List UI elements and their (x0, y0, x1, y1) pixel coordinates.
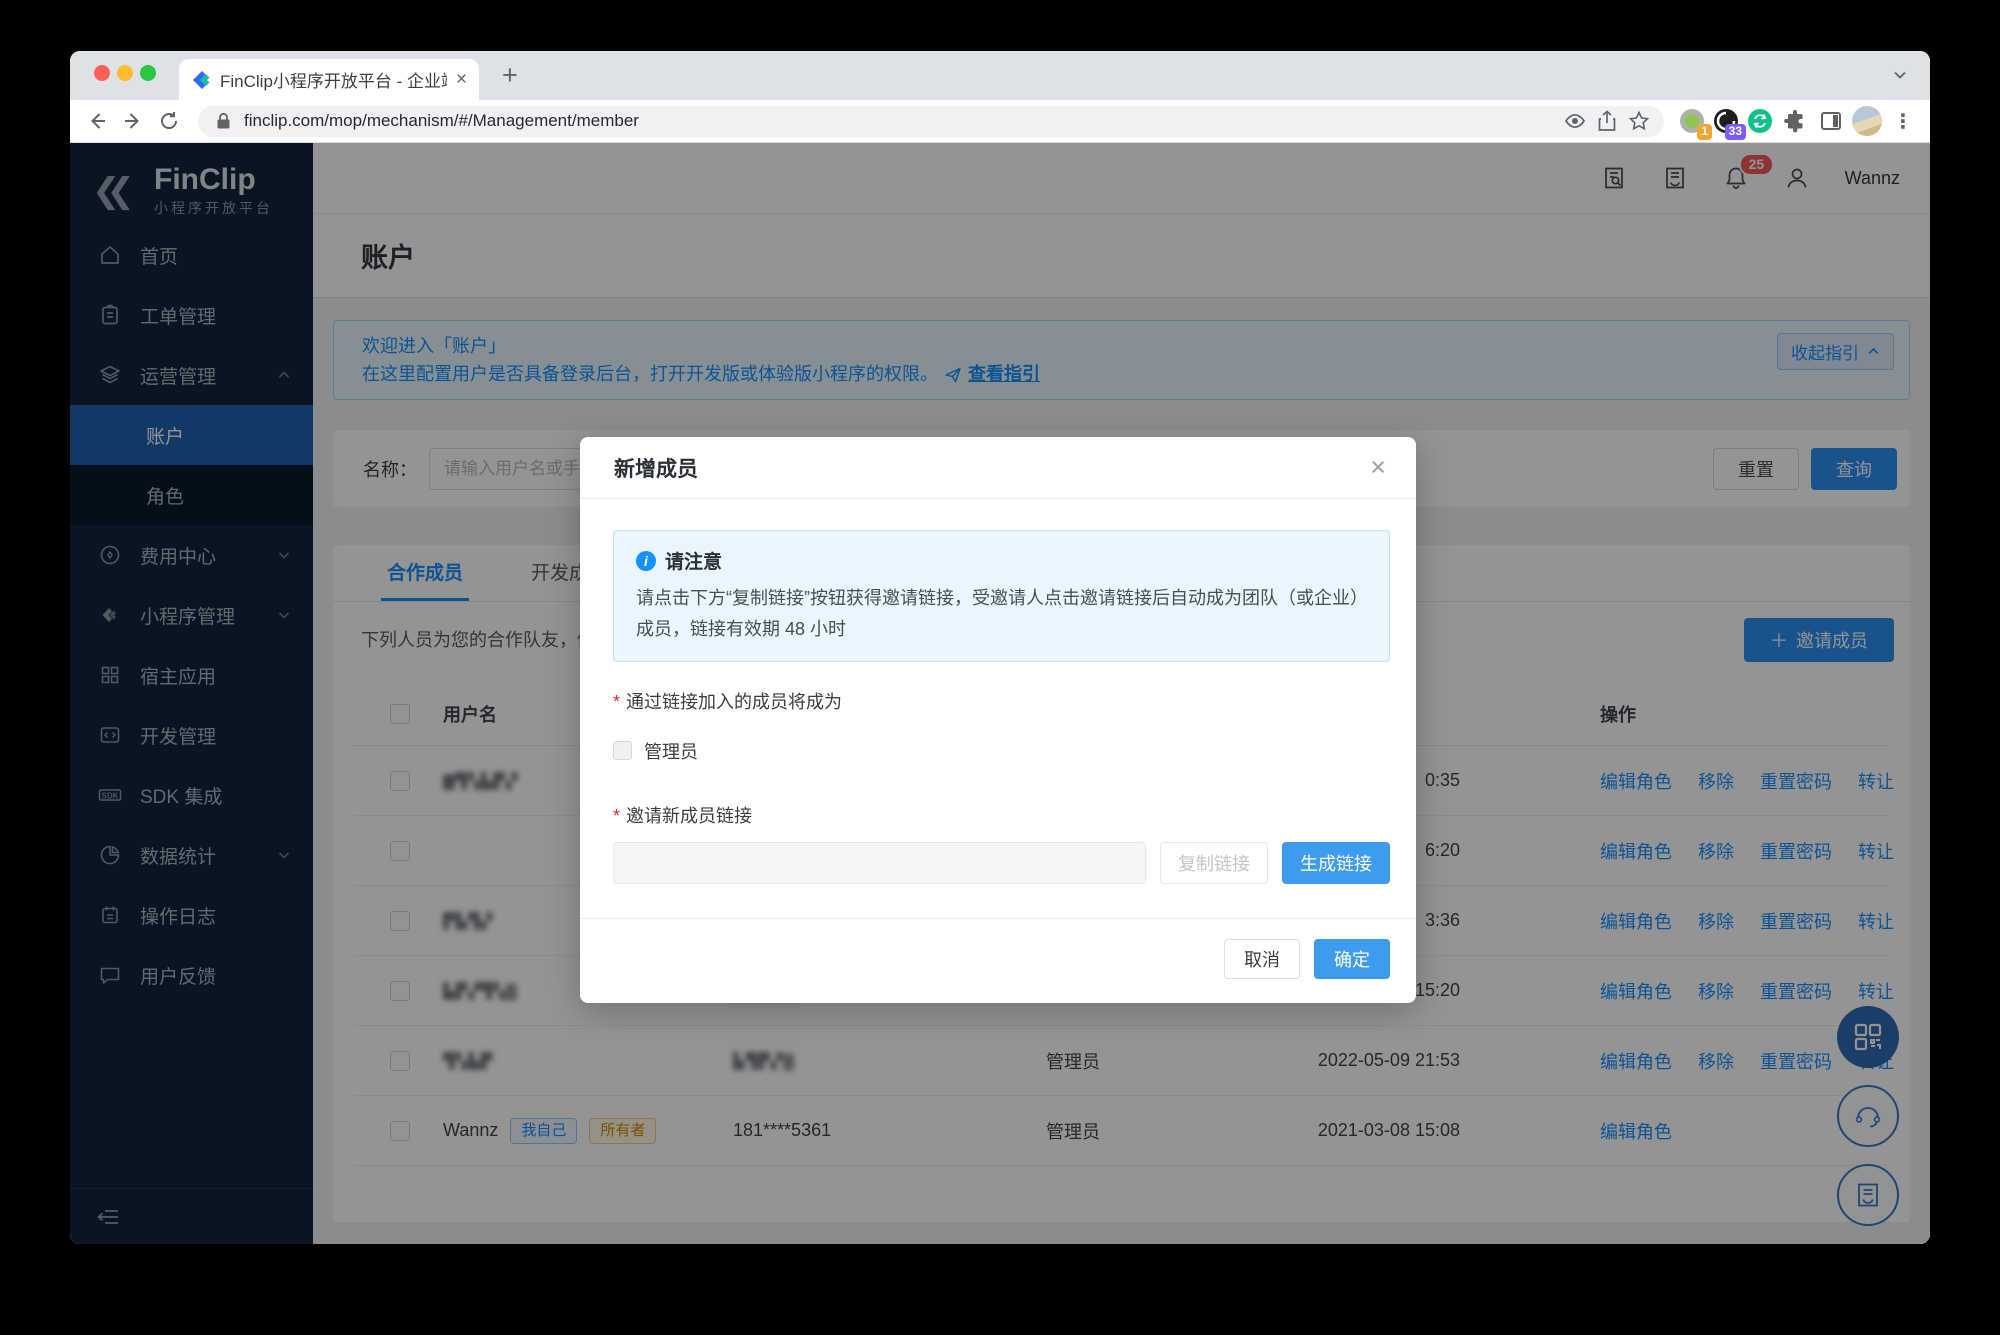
address-bar[interactable]: finclip.com/mop/mechanism/#/Management/m… (198, 106, 1664, 137)
preview-eye-icon[interactable] (1564, 110, 1586, 132)
add-member-modal: 新增成员 × i 请注意 请点击下方“复制链接”按钮获得邀请链接，受邀请人点击邀… (580, 437, 1416, 1003)
close-icon[interactable]: × (1370, 454, 1386, 481)
browser-tab[interactable]: FinClip小程序开放平台 - 企业端 × (179, 59, 479, 100)
extension-icon-2[interactable]: 33 (1712, 107, 1740, 135)
finclip-app: ❮❮ FinClip 小程序开放平台 首页 工单管理 运营管理 账户 (70, 143, 1930, 1244)
browser-window: FinClip小程序开放平台 - 企业端 × + finclip.com/mop… (70, 51, 1930, 1244)
extension-badge-2: 33 (1725, 124, 1746, 140)
bookmark-star-icon[interactable] (1628, 110, 1650, 132)
required-asterisk: * (613, 806, 620, 826)
finclip-favicon (191, 70, 211, 90)
admin-checkbox-label: 管理员 (644, 738, 698, 764)
required-asterisk: * (613, 692, 620, 712)
refresh-icon[interactable] (154, 106, 184, 136)
modal-title: 新增成员 (614, 453, 698, 483)
invite-link-input[interactable] (613, 842, 1146, 884)
browser-toolbar: finclip.com/mop/mechanism/#/Management/m… (70, 100, 1930, 143)
tab-search-chevron-icon[interactable] (1892, 67, 1908, 83)
side-panel-icon[interactable] (1816, 106, 1846, 136)
browser-menu-kebab-icon[interactable]: ⋮ (1888, 106, 1918, 136)
tab-close-icon[interactable]: × (456, 70, 467, 89)
invite-link-label: *邀请新成员链接 (613, 802, 1390, 828)
lock-icon (212, 110, 234, 132)
browser-profile-avatar[interactable] (1852, 106, 1882, 136)
tab-strip: FinClip小程序开放平台 - 企业端 × + (70, 51, 1930, 100)
extension-icon-3[interactable] (1746, 107, 1774, 135)
screen: FinClip小程序开放平台 - 企业端 × + finclip.com/mop… (0, 0, 2000, 1335)
extension-icon-1[interactable]: 1 (1678, 107, 1706, 135)
member-role-label: *通过链接加入的成员将成为 (613, 688, 1390, 714)
copy-link-button[interactable]: 复制链接 (1160, 842, 1268, 884)
info-icon: i (636, 551, 656, 571)
share-icon[interactable] (1596, 110, 1618, 132)
generate-link-button[interactable]: 生成链接 (1282, 842, 1390, 884)
close-window-button[interactable] (94, 65, 110, 81)
traffic-lights (94, 65, 156, 81)
notice-alert: i 请注意 请点击下方“复制链接”按钮获得邀请链接，受邀请人点击邀请链接后自动成… (613, 530, 1390, 662)
alert-text: 请点击下方“复制链接”按钮获得邀请链接，受邀请人点击邀请链接后自动成为团队（或企… (636, 583, 1367, 645)
minimize-window-button[interactable] (117, 65, 133, 81)
tab-title: FinClip小程序开放平台 - 企业端 (220, 67, 447, 92)
fullscreen-window-button[interactable] (140, 65, 156, 81)
alert-title: 请注意 (665, 547, 722, 574)
cancel-button[interactable]: 取消 (1224, 939, 1300, 979)
url-text[interactable]: finclip.com/mop/mechanism/#/Management/m… (244, 111, 1554, 131)
admin-checkbox[interactable] (613, 741, 632, 760)
extension-badge-1: 1 (1697, 124, 1712, 140)
forward-icon[interactable] (118, 106, 148, 136)
extensions-puzzle-icon[interactable] (1780, 106, 1810, 136)
back-icon[interactable] (82, 106, 112, 136)
confirm-button[interactable]: 确定 (1314, 939, 1390, 979)
new-tab-button[interactable]: + (502, 60, 518, 91)
